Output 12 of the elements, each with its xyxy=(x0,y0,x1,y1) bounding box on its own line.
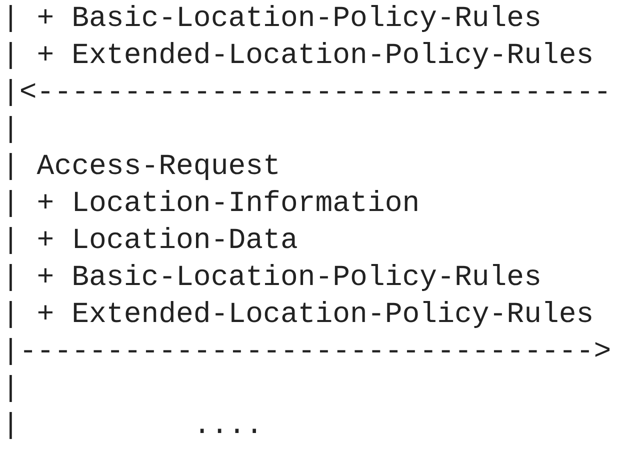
text-line: | + Basic-Location-Policy-Rules xyxy=(2,1,542,37)
text-line: | Access-Request xyxy=(2,149,280,185)
text-line: | + Basic-Location-Policy-Rules xyxy=(2,260,542,296)
text-line: | + Location-Information xyxy=(2,186,420,222)
text-line: | + Extended-Location-Policy-Rules xyxy=(2,297,594,333)
text-line: | xyxy=(2,371,20,407)
text-line: |<--------------------------------- xyxy=(2,75,612,111)
text-line: | .... xyxy=(2,408,264,444)
text-line: | + Location-Data xyxy=(2,223,298,259)
text-line: |---------------------------------> xyxy=(2,334,612,370)
text-line: | + Extended-Location-Policy-Rules xyxy=(2,38,594,74)
text-line: | xyxy=(2,112,20,148)
